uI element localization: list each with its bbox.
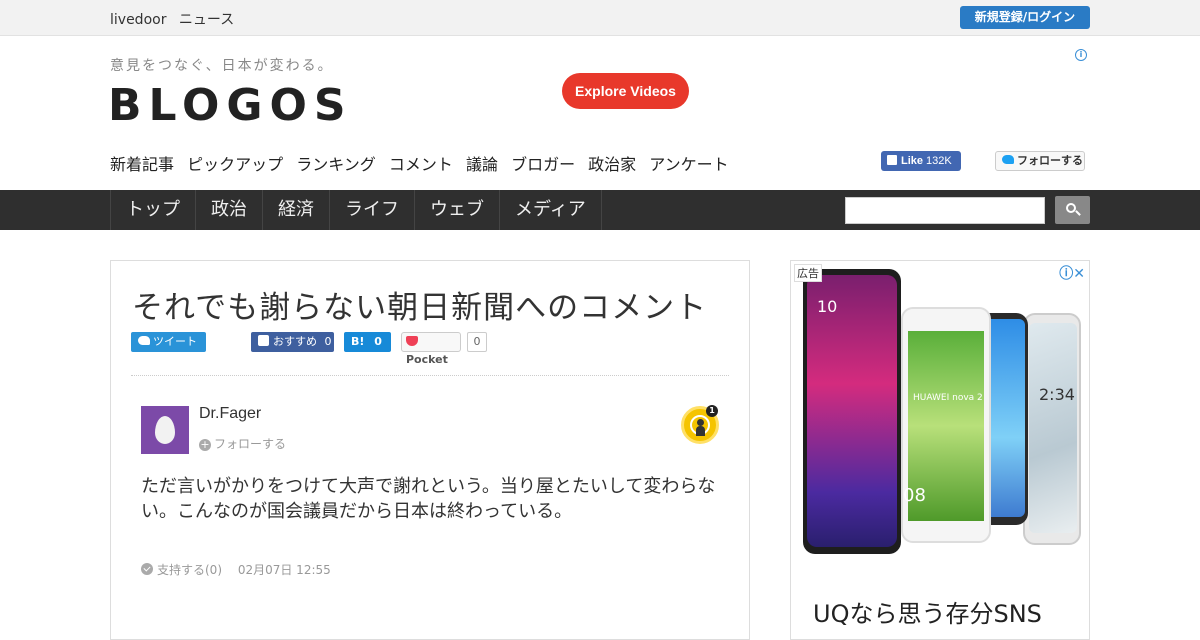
ad-info-icon[interactable]: i [1075, 49, 1087, 61]
twitter-follow-button[interactable]: フォローする [995, 151, 1085, 171]
brand-livedoor: livedoor [110, 12, 167, 28]
nav-web[interactable]: ウェブ [415, 190, 500, 230]
phone-clock-2: 2:34 [1039, 385, 1075, 404]
pocket-count: 0 [467, 332, 487, 352]
like-count: 132K [926, 155, 952, 167]
avatar[interactable] [141, 406, 189, 454]
nav-media[interactable]: メディア [500, 190, 602, 230]
pocket-label: Pocket [406, 353, 448, 366]
blogos-logo[interactable]: BLOGOS [108, 80, 353, 131]
pocket-icon [406, 336, 418, 346]
subnav-pickup[interactable]: ピックアップ [187, 155, 283, 174]
user-rank-badge-icon: 1 [681, 405, 719, 444]
sidebar-ad[interactable]: 広告 ⓘ✕ 2:34 HUAWEI nova 2 10 08 UQなら思う存分S… [790, 260, 1090, 640]
twitter-bird-icon [138, 336, 150, 345]
phone-brand-label: HUAWEI nova 2 [913, 393, 983, 403]
check-icon [141, 563, 153, 575]
phone-clock-1b: 08 [903, 485, 926, 506]
search-button[interactable] [1055, 196, 1090, 224]
follow-user-button[interactable]: + フォローする [199, 435, 286, 452]
livedoor-news-link[interactable]: livedoor ニュース [110, 9, 242, 29]
tagline: 意見をつなぐ、日本が変わる。 [110, 58, 334, 74]
like-label: Like [901, 155, 924, 167]
tweet-button[interactable]: ツイート [131, 332, 206, 352]
comment-meta: 支持する(0) 02月07日 12:55 [141, 561, 331, 578]
facebook-icon [258, 335, 269, 346]
hatena-count: 0 [374, 335, 382, 348]
phone-clock-1: 10 [817, 297, 838, 316]
register-login-button[interactable]: 新規登録/ログイン [960, 6, 1090, 29]
comment-date: 02月07日 12:55 [237, 563, 331, 577]
nav-top[interactable]: トップ [111, 190, 196, 230]
thumbs-up-icon [887, 155, 897, 165]
search-input[interactable] [845, 197, 1045, 224]
subnav-comments[interactable]: コメント [389, 155, 453, 174]
comment-body: ただ言いがかりをつけて大声で謝れという。当り屋とたいして変わらない。こんなのが国… [141, 476, 716, 522]
ad-headline: UQなら思う存分SNS [813, 600, 1042, 628]
ad-phones-image: 2:34 HUAWEI nova 2 10 08 [791, 261, 1089, 561]
facebook-like-button[interactable]: Like 132K [881, 151, 961, 171]
ad-label: 広告 [794, 264, 822, 282]
subnav-politicians[interactable]: 政治家 [588, 155, 636, 174]
username[interactable]: Dr.Fager [199, 405, 261, 423]
badge-count: 1 [706, 405, 718, 417]
subnav-discussion[interactable]: 議論 [466, 155, 498, 174]
brand-news: ニュース [178, 12, 235, 28]
ad-info-icon[interactable]: ⓘ✕ [1059, 263, 1085, 283]
explore-videos-button[interactable]: Explore Videos [562, 73, 689, 109]
subnav-survey[interactable]: アンケート [649, 155, 728, 174]
support-label: 支持する(0) [157, 563, 222, 577]
top-bar: livedoor ニュース 新規登録/ログイン [0, 0, 1200, 36]
fb-recommend-count: 0 [324, 335, 332, 348]
subnav-ranking[interactable]: ランキング [296, 155, 376, 174]
twitter-bird-icon [1002, 155, 1014, 164]
fb-recommend-label: おすすめ [273, 335, 317, 348]
nav-economy[interactable]: 経済 [263, 190, 330, 230]
nav-politics[interactable]: 政治 [196, 190, 263, 230]
hatena-bookmark-button[interactable]: B! 0 [344, 332, 391, 352]
nav-life[interactable]: ライフ [330, 190, 415, 230]
hatena-icon: B! [351, 335, 365, 348]
subnav-bloggers[interactable]: ブロガー [511, 155, 575, 174]
article-title: それでも謝らない朝日新聞へのコメント [132, 290, 708, 326]
follow-user-label: フォローする [214, 437, 287, 451]
support-button[interactable]: 支持する(0) [141, 563, 222, 577]
sub-nav: 新着記事 ピックアップ ランキング コメント 議論 ブロガー 政治家 アンケート [110, 151, 737, 175]
subnav-new-articles[interactable]: 新着記事 [110, 155, 174, 174]
tweet-label: ツイート [153, 335, 197, 348]
divider [131, 375, 729, 376]
plus-icon: + [199, 438, 211, 451]
facebook-recommend-button[interactable]: おすすめ 0 [251, 332, 334, 352]
follow-label: フォローする [1017, 154, 1083, 167]
pocket-button[interactable]: Pocket [401, 332, 461, 366]
